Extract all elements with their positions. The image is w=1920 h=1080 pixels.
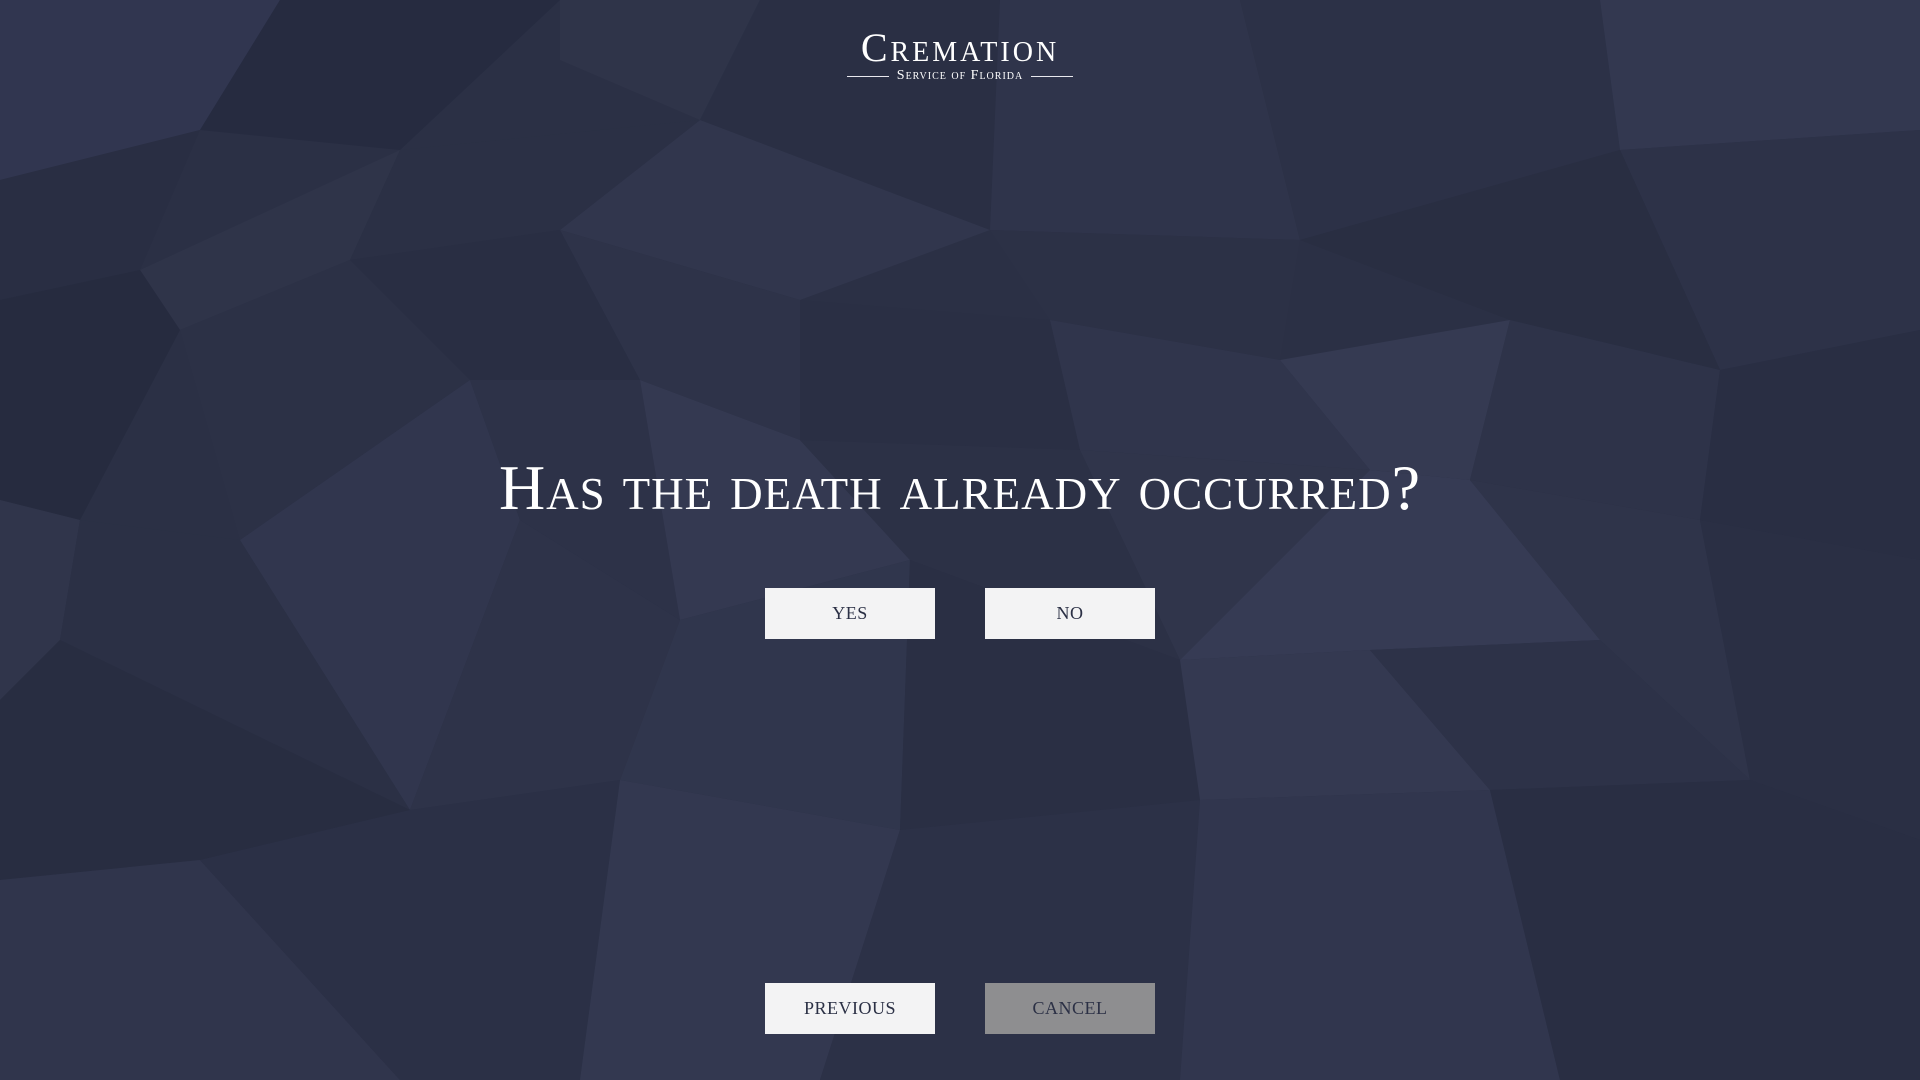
brand-logo: Cremation Service of Florida [0,28,1920,84]
no-button[interactable]: NO [985,588,1155,639]
yes-button[interactable]: YES [765,588,935,639]
logo-title: Cremation [860,25,1060,70]
previous-button[interactable]: PREVIOUS [765,983,935,1034]
question-heading: Has the death already occurred? [498,452,1422,523]
logo-divider-left [846,75,889,77]
low-poly-background [0,0,1920,1080]
logo-divider-right [1031,75,1074,77]
logo-subtitle: Service of Florida [896,68,1024,83]
logo-subtitle-row: Service of Florida [0,68,1920,84]
cancel-button[interactable]: CANCEL [985,983,1155,1034]
